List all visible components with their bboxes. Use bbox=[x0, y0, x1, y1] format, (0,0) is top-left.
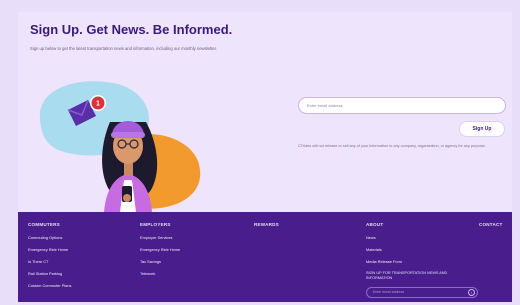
footer-link-media-release-form[interactable]: Media Release Form bbox=[366, 259, 478, 264]
footer-link-is-there-ct[interactable]: Is There CT bbox=[28, 259, 71, 264]
email-input[interactable]: Enter email address bbox=[298, 97, 506, 114]
footer-link-employer-services[interactable]: Employer Services bbox=[140, 235, 180, 240]
site-footer: COMMUTERS Commuting Options Emergency Ri… bbox=[18, 212, 512, 302]
footer-heading-rewards[interactable]: REWARDS bbox=[254, 222, 279, 227]
footer-link-tax-savings[interactable]: Tax Savings bbox=[140, 259, 180, 264]
arrow-right-icon[interactable]: › bbox=[468, 289, 475, 296]
signup-section: Sign Up. Get News. Be Informed. Sign up … bbox=[18, 12, 512, 212]
footer-column-contact: CONTACT bbox=[479, 222, 503, 235]
footer-heading-employers[interactable]: EMPLOYERS bbox=[140, 222, 180, 227]
signup-subtitle: Sign up below to get the latest transpor… bbox=[30, 46, 217, 51]
footer-newsletter-heading: SIGN UP FOR TRANSPORTATION NEWS AND INFO… bbox=[366, 271, 448, 280]
footer-email-placeholder: Enter email address bbox=[373, 290, 405, 294]
signup-button[interactable]: Sign Up bbox=[459, 121, 505, 137]
privacy-disclaimer: CTrides will not release or sell any of … bbox=[298, 144, 486, 148]
footer-heading-commuters[interactable]: COMMUTERS bbox=[28, 222, 71, 227]
footer-column-employers: EMPLOYERS Employer Services Emergency Ri… bbox=[140, 222, 180, 283]
signup-title: Sign Up. Get News. Be Informed. bbox=[30, 22, 233, 37]
footer-link-commuting-options[interactable]: Commuting Options bbox=[28, 235, 71, 240]
notification-badge: 1 bbox=[90, 95, 106, 111]
page-frame: Sign Up. Get News. Be Informed. Sign up … bbox=[0, 0, 520, 305]
footer-email-input[interactable]: Enter email address › bbox=[366, 287, 478, 298]
footer-column-commuters: COMMUTERS Commuting Options Emergency Ri… bbox=[28, 222, 71, 295]
footer-heading-about[interactable]: ABOUT bbox=[366, 222, 478, 227]
footer-column-rewards: REWARDS bbox=[254, 222, 279, 235]
footer-link-custom-commuter-plans[interactable]: Custom Commuter Plans bbox=[28, 283, 71, 288]
footer-link-emergency-ride-home[interactable]: Emergency Ride Home bbox=[28, 247, 71, 252]
newsletter-illustration: 1 bbox=[39, 81, 201, 212]
footer-link-news[interactable]: News bbox=[366, 235, 478, 240]
footer-link-rail-station-parking[interactable]: Rail Station Parking bbox=[28, 271, 71, 276]
footer-link-employer-emergency-ride-home[interactable]: Emergency Ride Home bbox=[140, 247, 180, 252]
person-figure bbox=[102, 121, 158, 212]
footer-heading-contact[interactable]: CONTACT bbox=[479, 222, 503, 227]
footer-link-materials[interactable]: Materials bbox=[366, 247, 478, 252]
footer-link-telework[interactable]: Telework bbox=[140, 271, 180, 276]
notification-count: 1 bbox=[96, 101, 100, 108]
footer-column-about: ABOUT News Materials Media Release Form … bbox=[366, 222, 478, 298]
